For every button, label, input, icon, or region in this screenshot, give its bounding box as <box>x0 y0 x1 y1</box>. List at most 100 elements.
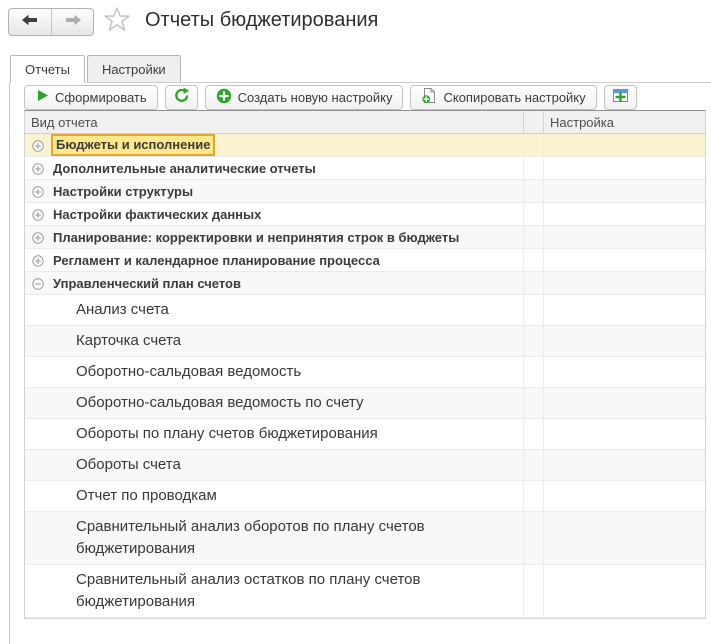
cell-blank[interactable] <box>524 272 544 294</box>
selected-cell-focus[interactable]: Бюджеты и исполнение <box>51 134 215 156</box>
table-row[interactable]: Обороты счета <box>25 450 705 481</box>
cell-setting[interactable] <box>544 180 705 202</box>
row-label: Настройки фактических данных <box>53 207 261 222</box>
table-row[interactable]: Оборотно-сальдовая ведомость <box>25 357 705 388</box>
collapse-minus-icon[interactable] <box>32 277 44 289</box>
back-button[interactable] <box>9 9 51 35</box>
cell-blank[interactable] <box>524 295 544 325</box>
cell-blank[interactable] <box>524 157 544 179</box>
table-row[interactable]: Сравнительный анализ оборотов по плану с… <box>25 512 705 565</box>
cell-setting[interactable] <box>544 512 705 564</box>
expand-plus-icon[interactable] <box>32 139 44 151</box>
row-label: Планирование: корректировки и непринятия… <box>53 230 459 245</box>
cell-report-kind[interactable]: Сравнительный анализ остатков по плану с… <box>25 565 524 617</box>
new-window-button[interactable] <box>604 85 637 110</box>
table-row[interactable]: Отчет по проводкам <box>25 481 705 512</box>
cell-blank[interactable] <box>524 180 544 202</box>
table-row[interactable]: Настройки структуры <box>25 180 705 203</box>
cell-blank[interactable] <box>524 357 544 387</box>
cell-setting[interactable] <box>544 481 705 511</box>
cell-report-kind[interactable]: Управленческий план счетов <box>25 272 524 294</box>
cell-setting[interactable] <box>544 565 705 617</box>
report-table: Вид отчета Настройка Бюджеты и исполнени… <box>24 110 706 619</box>
table-row[interactable]: Бюджеты и исполнение <box>25 134 705 157</box>
tab-bar: Отчеты Настройки <box>9 55 711 83</box>
row-label: Отчет по проводкам <box>76 485 217 507</box>
copy-setting-button[interactable]: Скопировать настройку <box>410 85 596 110</box>
cell-setting[interactable] <box>544 249 705 271</box>
create-setting-button[interactable]: Создать новую настройку <box>205 85 404 110</box>
cell-setting[interactable] <box>544 388 705 418</box>
cell-report-kind[interactable]: Отчет по проводкам <box>25 481 524 511</box>
row-label: Обороты по плану счетов бюджетирования <box>76 423 378 445</box>
copy-document-plus-icon <box>421 87 437 107</box>
cell-setting[interactable] <box>544 419 705 449</box>
cell-report-kind[interactable]: Оборотно-сальдовая ведомость <box>25 357 524 387</box>
forward-button[interactable] <box>51 9 93 35</box>
tab-settings[interactable]: Настройки <box>87 55 181 82</box>
cell-report-kind[interactable]: Бюджеты и исполнение <box>25 134 524 156</box>
cell-setting[interactable] <box>544 226 705 248</box>
cell-blank[interactable] <box>524 249 544 271</box>
table-row[interactable]: Обороты по плану счетов бюджетирования <box>25 419 705 450</box>
column-header-setting[interactable]: Настройка <box>544 111 705 133</box>
cell-blank[interactable] <box>524 512 544 564</box>
table-row[interactable]: Настройки фактических данных <box>25 203 705 226</box>
cell-setting[interactable] <box>544 134 705 156</box>
cell-blank[interactable] <box>524 388 544 418</box>
cell-report-kind[interactable]: Настройки структуры <box>25 180 524 202</box>
cell-report-kind[interactable]: Анализ счета <box>25 295 524 325</box>
cell-setting[interactable] <box>544 357 705 387</box>
table-row[interactable]: Оборотно-сальдовая ведомость по счету <box>25 388 705 419</box>
row-label: Регламент и календарное планирование про… <box>53 253 380 268</box>
page-title: Отчеты бюджетирования <box>145 9 378 32</box>
cell-blank[interactable] <box>524 419 544 449</box>
cell-blank[interactable] <box>524 565 544 617</box>
cell-report-kind[interactable]: Обороты по плану счетов бюджетирования <box>25 419 524 449</box>
cell-blank[interactable] <box>524 134 544 156</box>
create-setting-label: Создать новую настройку <box>238 90 393 105</box>
cell-setting[interactable] <box>544 326 705 356</box>
expand-plus-icon[interactable] <box>32 231 44 243</box>
cell-setting[interactable] <box>544 157 705 179</box>
cell-report-kind[interactable]: Регламент и календарное планирование про… <box>25 249 524 271</box>
cell-setting[interactable] <box>544 450 705 480</box>
cell-report-kind[interactable]: Карточка счета <box>25 326 524 356</box>
cell-report-kind[interactable]: Дополнительные аналитические отчеты <box>25 157 524 179</box>
app-window: Отчеты бюджетирования Отчеты Настройки С… <box>0 0 711 644</box>
column-header-blank[interactable] <box>524 111 544 133</box>
favorite-star-button[interactable] <box>103 8 131 36</box>
back-arrow-icon <box>22 13 38 31</box>
cell-blank[interactable] <box>524 326 544 356</box>
generate-button[interactable]: Сформировать <box>24 85 158 110</box>
expand-plus-icon[interactable] <box>32 254 44 266</box>
table-row[interactable]: Карточка счета <box>25 326 705 357</box>
refresh-button[interactable] <box>165 85 198 110</box>
table-row[interactable]: Планирование: корректировки и непринятия… <box>25 226 705 249</box>
row-label: Сравнительный анализ остатков по плану с… <box>76 569 458 613</box>
column-header-report-kind[interactable]: Вид отчета <box>25 111 524 133</box>
expand-plus-icon[interactable] <box>32 208 44 220</box>
copy-setting-label: Скопировать настройку <box>443 90 585 105</box>
cell-blank[interactable] <box>524 450 544 480</box>
cell-report-kind[interactable]: Настройки фактических данных <box>25 203 524 225</box>
cell-setting[interactable] <box>544 272 705 294</box>
row-label: Бюджеты и исполнение <box>56 137 210 152</box>
table-row[interactable]: Регламент и календарное планирование про… <box>25 249 705 272</box>
table-row[interactable]: Управленческий план счетов <box>25 272 705 295</box>
expand-plus-icon[interactable] <box>32 185 44 197</box>
cell-blank[interactable] <box>524 203 544 225</box>
cell-report-kind[interactable]: Планирование: корректировки и непринятия… <box>25 226 524 248</box>
cell-setting[interactable] <box>544 295 705 325</box>
cell-setting[interactable] <box>544 203 705 225</box>
cell-report-kind[interactable]: Оборотно-сальдовая ведомость по счету <box>25 388 524 418</box>
cell-report-kind[interactable]: Обороты счета <box>25 450 524 480</box>
table-row[interactable]: Дополнительные аналитические отчеты <box>25 157 705 180</box>
cell-report-kind[interactable]: Сравнительный анализ оборотов по плану с… <box>25 512 524 564</box>
table-row[interactable]: Анализ счета <box>25 295 705 326</box>
tab-reports[interactable]: Отчеты <box>10 55 85 83</box>
cell-blank[interactable] <box>524 226 544 248</box>
cell-blank[interactable] <box>524 481 544 511</box>
expand-plus-icon[interactable] <box>32 162 44 174</box>
table-row[interactable]: Сравнительный анализ остатков по плану с… <box>25 565 705 618</box>
